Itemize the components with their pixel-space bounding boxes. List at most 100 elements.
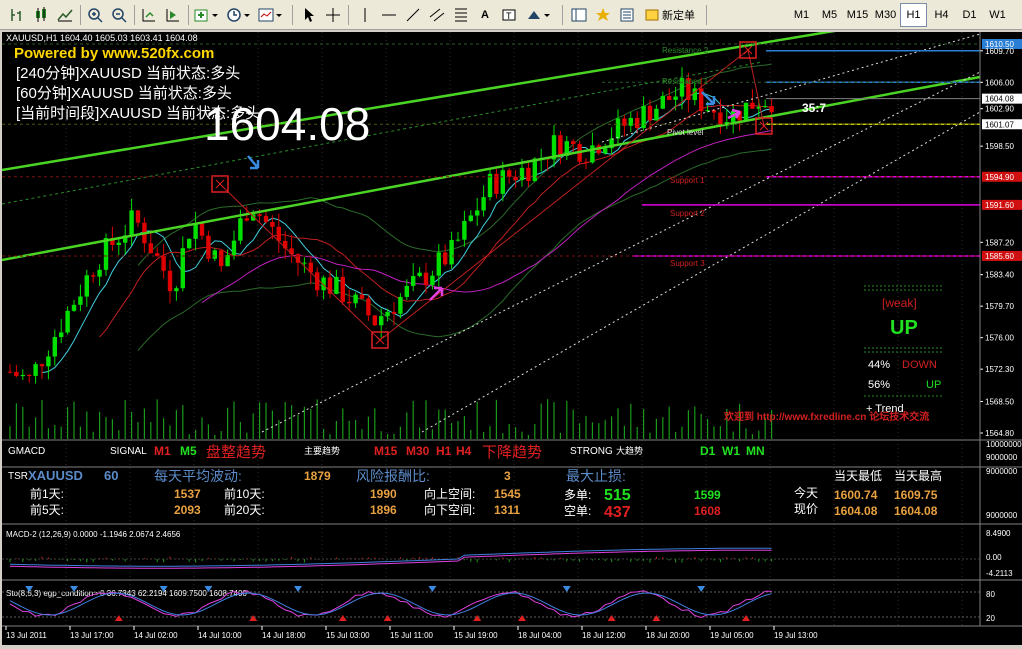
sto-buy-arrow [652,615,661,621]
timeframe-m5[interactable]: M5 [816,3,843,27]
history-icon[interactable] [616,4,638,26]
candle-body [750,102,755,109]
sto-buy-arrow [607,615,616,621]
candle-body [673,96,678,100]
candle-body [667,96,672,100]
templates-icon[interactable] [256,4,286,26]
price-axis-label: 1564.80 [985,429,1014,438]
autoscroll-icon[interactable] [162,4,184,26]
favorites-icon[interactable] [592,4,614,26]
time-axis-label: 18 Jul 04:00 [518,631,562,640]
gmacd-down-trend: 下降趋势 [482,444,542,461]
price-axis-label: 1609.70 [985,47,1014,56]
timeframe-m30[interactable]: M30 [872,3,899,27]
candle-body [455,239,461,241]
trendline-icon[interactable] [402,4,424,26]
macd-pane: MACD-2 (12,26,9) 0.0000 -1.1946 2.0674 2… [2,529,1013,578]
horizontal-line-icon[interactable] [378,4,400,26]
candle-body [660,96,665,109]
channel-icon[interactable] [426,4,448,26]
periods-icon[interactable] [224,4,254,26]
time-axis-label: 14 Jul 10:00 [198,631,242,640]
candle-body [366,298,371,316]
candle-body [507,170,512,177]
line-chart-icon[interactable] [54,4,76,26]
tsr-short-value2: 1608 [694,504,721,518]
status-240: [240分钟]XAUUSD 当前状态:多头 [16,65,240,82]
price-tag-label: 1601.07 [985,120,1014,129]
gmacd-w1: W1 [722,444,740,458]
tsr-prev1-label: 前1天: [30,486,64,501]
time-axis-label: 14 Jul 18:00 [262,631,306,640]
candle-body [647,105,653,121]
candle-body [590,145,595,163]
candlestick-icon[interactable] [30,4,52,26]
candle-body [78,296,83,305]
volume-histogram [9,399,773,439]
candle-body [302,262,307,264]
candle-body [583,161,589,163]
candle-body [519,167,525,181]
candle-body [379,316,384,326]
pivot-label: Pivot level [667,128,704,137]
time-axis-label: 15 Jul 11:00 [390,631,434,640]
cursor-icon[interactable] [298,4,320,26]
price-tag-label: 1591.60 [985,201,1014,210]
arrow-tool-icon[interactable] [522,4,556,26]
tsr-up-space-value: 1545 [494,487,521,501]
tsr-high-header: 当天最高 [894,468,942,483]
candle-body [14,371,19,377]
candle-body [116,242,121,245]
bar-chart-icon[interactable] [6,4,28,26]
zoom-out-icon[interactable] [108,4,130,26]
candle-body [532,158,537,182]
tsr-prev20-value: 1896 [370,503,397,517]
candle-body [359,294,365,299]
timeframe-h4[interactable]: H4 [928,3,955,27]
candle-body [372,315,377,326]
price-axis-label: 1606.00 [985,78,1014,87]
crosshair-icon[interactable] [322,4,344,26]
time-axis-label: 15 Jul 03:00 [326,631,370,640]
zoom-in-icon[interactable] [84,4,106,26]
tsr-short-value: 437 [604,504,631,521]
chart-shift-icon[interactable] [138,4,160,26]
new-order-label: 新定单 [662,10,695,22]
price-axis: 1610.501609.701606.001604.081602.901601.… [980,39,1022,438]
label-tool-icon[interactable]: T [498,4,520,26]
magenta-arrow-up [429,286,444,301]
chart-canvas[interactable]: 1610.501609.701606.001604.081602.901601.… [2,32,1022,645]
candle-body [481,197,486,211]
timeframe-h1[interactable]: H1 [900,3,927,27]
candle-body [219,250,224,267]
timeframe-m1[interactable]: M1 [788,3,815,27]
text-tool-icon[interactable]: A [474,4,496,26]
fibonacci-icon[interactable] [450,4,472,26]
trend-channel-mid [2,61,763,205]
time-axis: 13 Jul 2011 13 Jul 17:00 14 Jul 02:00 14 Ju… [5,626,818,640]
tsr-long-value2: 1599 [694,488,721,502]
resistance-2-label: Resistance 2 [662,46,709,55]
candle-body [148,243,153,254]
gmacd-big-trend: 大趋势 [616,445,643,456]
new-order-button[interactable]: 新定单 [640,4,700,26]
price-axis-label: 1587.20 [985,238,1014,247]
candle-body [500,170,505,194]
candle-body [238,218,243,241]
candle-body [711,110,717,113]
tsr-down-space-label: 向下空间: [424,502,475,517]
tsr-now-high: 1604.08 [894,504,938,518]
chart-window[interactable]: 1610.50 1609.70 1606.00 1604.08 1602.90 1601.… [2,32,1022,645]
gmacd-strong: STRONG [570,446,613,457]
indicators-icon[interactable] [192,4,222,26]
time-axis-label: 14 Jul 02:00 [134,631,178,640]
timeframe-w1[interactable]: W1 [984,3,1011,27]
timeframe-d1[interactable]: D1 [956,3,983,27]
candle-body [615,118,621,139]
navigator-icon[interactable] [568,4,590,26]
timeframe-m15[interactable]: M15 [844,3,871,27]
vertical-line-icon[interactable] [354,4,376,26]
gmacd-m15: M15 [374,444,398,458]
gmacd-m30: M30 [406,444,430,458]
tsr-long-value: 515 [604,487,631,504]
